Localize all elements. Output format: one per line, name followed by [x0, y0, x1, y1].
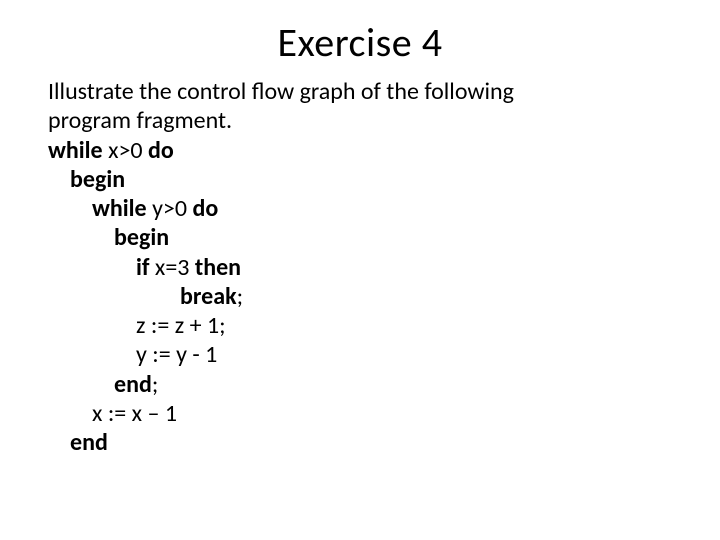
code-line-10: x := x – 1 — [48, 399, 680, 428]
intro-line-2: program fragment. — [48, 106, 680, 135]
code-line-6: break; — [48, 282, 680, 311]
code-line-1: while x>0 do — [48, 136, 680, 165]
slide: Exercise 4 Illustrate the control flow g… — [0, 18, 720, 540]
kw-while: while — [92, 194, 147, 223]
expr-cond2: y>0 — [147, 194, 193, 223]
semi: ; — [237, 282, 243, 311]
kw-break: break — [180, 282, 237, 311]
kw-while: while — [48, 136, 103, 165]
code-line-3: while y>0 do — [48, 194, 680, 223]
code-line-8: y := y - 1 — [48, 340, 680, 369]
kw-do: do — [192, 194, 218, 223]
code-line-5: if x=3 then — [48, 253, 680, 282]
expr-cond3: x=3 — [150, 253, 195, 282]
code-line-2: begin — [48, 165, 680, 194]
code-line-11: end — [48, 428, 680, 457]
code-line-9: end; — [48, 370, 680, 399]
slide-body: Illustrate the control flow graph of the… — [48, 77, 680, 457]
kw-end: end — [70, 428, 108, 457]
intro-line-1: Illustrate the control flow graph of the… — [48, 77, 680, 106]
slide-title: Exercise 4 — [0, 18, 720, 67]
code-line-4: begin — [48, 223, 680, 252]
semi: ; — [152, 370, 158, 399]
expr-cond1: x>0 — [103, 136, 148, 165]
kw-do: do — [148, 136, 174, 165]
kw-end: end — [114, 370, 152, 399]
kw-begin: begin — [114, 223, 169, 252]
kw-if: if — [136, 253, 150, 282]
kw-begin: begin — [70, 165, 125, 194]
code-line-7: z := z + 1; — [48, 311, 680, 340]
kw-then: then — [195, 253, 241, 282]
